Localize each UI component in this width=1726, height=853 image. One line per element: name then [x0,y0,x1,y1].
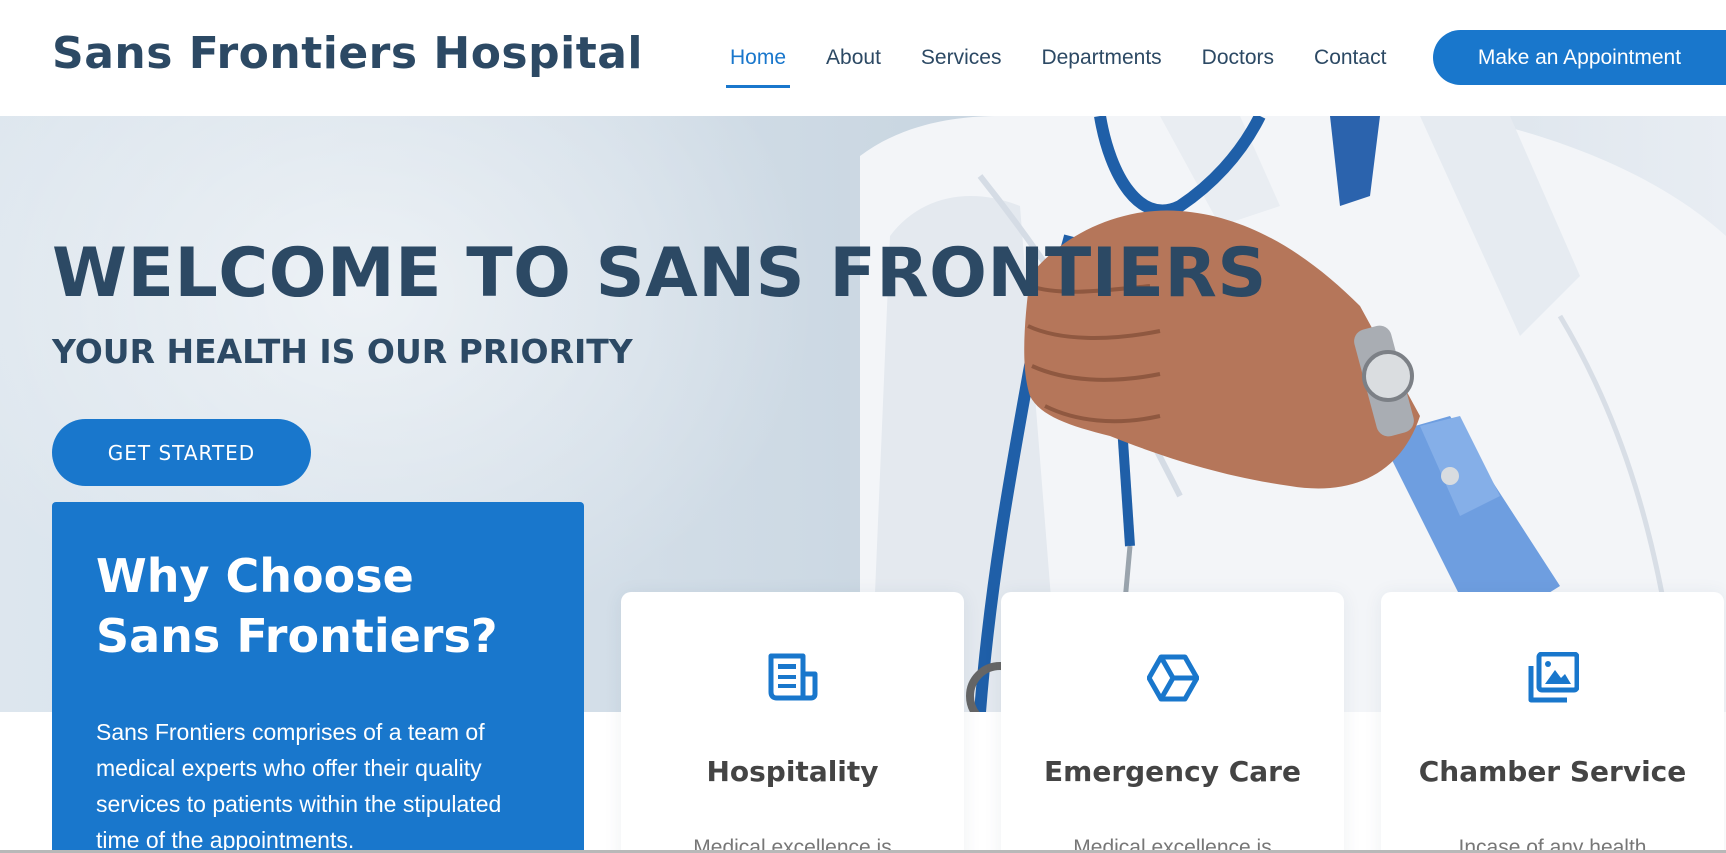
hero-subtitle: YOUR HEALTH IS OUR PRIORITY [52,332,633,371]
feature-card-emergency-care: Emergency Care Medical excellence is [1001,592,1344,853]
nav-about[interactable]: About [824,40,883,76]
card-title: Hospitality [706,755,879,788]
get-started-button[interactable]: GET STARTED [52,419,311,486]
nav-contact[interactable]: Contact [1312,40,1388,76]
card-title: Chamber Service [1418,755,1687,788]
nav-home[interactable]: Home [725,40,791,88]
why-title: Why Choose Sans Frontiers? [96,549,498,663]
nav-departments[interactable]: Departments [1039,40,1163,76]
nav-doctors[interactable]: Doctors [1200,40,1276,76]
main-nav: Home About Services Departments Doctors … [710,0,1406,116]
card-title: Emergency Care [1044,755,1301,788]
make-appointment-button[interactable]: Make an Appointment [1433,30,1726,85]
newspaper-icon [621,652,964,708]
why-choose-box: Why Choose Sans Frontiers? Sans Frontier… [52,502,584,853]
feature-card-hospitality: Hospitality Medical excellence is [621,592,964,853]
site-header: Sans Frontiers Hospital Home About Servi… [0,0,1726,116]
page: Sans Frontiers Hospital Home About Servi… [0,0,1726,853]
images-icon [1381,652,1724,708]
feature-card-chamber-service: Chamber Service Incase of any health [1381,592,1724,853]
site-logo[interactable]: Sans Frontiers Hospital [52,28,643,79]
hero-title: WELCOME TO SANS FRONTIERS [52,234,1267,313]
nav-services[interactable]: Services [919,40,1004,76]
why-text: Sans Frontiers comprises of a team of me… [96,719,502,853]
cube-icon [1001,652,1344,708]
